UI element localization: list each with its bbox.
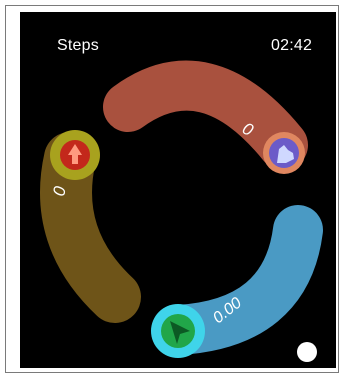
steps-badge[interactable]	[263, 132, 305, 174]
steps-ring[interactable]: 0	[103, 60, 308, 174]
activity-rings: 0 0 0.00	[40, 60, 323, 362]
calories-ring[interactable]: 0	[40, 130, 141, 323]
calories-badge[interactable]	[50, 130, 100, 180]
distance-badge[interactable]	[151, 304, 205, 358]
touch-indicator-button[interactable]	[297, 342, 317, 362]
steps-track	[103, 60, 308, 170]
page-title: Steps	[57, 37, 99, 54]
status-time: 02:42	[271, 37, 313, 54]
watch-screen: 0 0 0.00 Steps 02:42	[20, 12, 336, 368]
distance-ring[interactable]: 0.00	[151, 205, 323, 358]
